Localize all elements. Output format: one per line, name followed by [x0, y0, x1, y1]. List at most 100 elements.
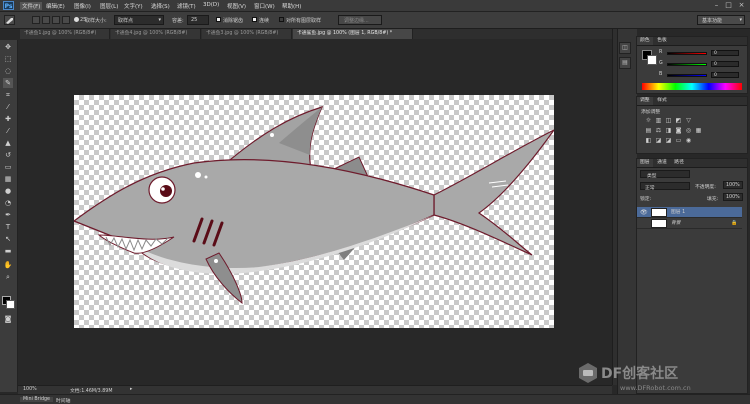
shape-tool-icon[interactable]: ▬	[3, 246, 13, 256]
tab-layers[interactable]: 图层	[637, 159, 653, 167]
highlight-dot	[195, 172, 201, 178]
tab-color[interactable]: 颜色	[637, 37, 653, 45]
channel-mixer-icon[interactable]: ◎	[685, 128, 692, 134]
menu-view[interactable]: 视图(V)	[227, 2, 246, 10]
tab-doc-active[interactable]: 卡通鲨鱼.jpg @ 100% (图层 1, RGB/8#) *	[293, 29, 413, 39]
subtract-selection-icon[interactable]	[52, 16, 60, 24]
exposure-icon[interactable]: ◩	[675, 118, 682, 124]
gradient-tool-icon[interactable]: ▦	[3, 174, 13, 184]
watermark-brand: DF创客社区	[601, 366, 679, 382]
properties-panel-icon[interactable]: ▤	[619, 57, 631, 69]
quick-select-tool-icon[interactable]: ✎	[3, 78, 13, 88]
tolerance-input[interactable]: 25	[187, 15, 209, 25]
hand-tool-icon[interactable]: ✋	[3, 260, 13, 270]
menu-type[interactable]: 文字(Y)	[124, 2, 143, 10]
eyedropper-tool-icon[interactable]: ⁄	[3, 102, 13, 112]
pen-tool-icon[interactable]: ✒	[3, 210, 13, 220]
document-canvas[interactable]	[72, 95, 555, 328]
healing-tool-icon[interactable]: ✚	[3, 114, 13, 124]
menu-edit[interactable]: 编辑(E)	[46, 2, 65, 10]
menu-help[interactable]: 帮助(H)	[282, 2, 301, 10]
menu-window[interactable]: 窗口(W)	[254, 2, 275, 10]
new-selection-icon[interactable]	[32, 16, 40, 24]
gradient-map-icon[interactable]: ▭	[675, 138, 682, 144]
color-lookup-icon[interactable]: ▦	[695, 128, 702, 134]
lasso-tool-icon[interactable]: ◌	[3, 66, 13, 76]
move-tool-icon[interactable]: ✥	[3, 42, 13, 52]
visibility-eye-icon[interactable]: 👁	[640, 207, 648, 218]
menu-layer[interactable]: 图层(L)	[100, 2, 118, 10]
menu-select[interactable]: 选择(S)	[151, 2, 170, 10]
menu-3d[interactable]: 3D(D)	[203, 2, 219, 8]
tab-adjustments[interactable]: 调整	[637, 97, 653, 105]
layer-kind-filter[interactable]: 类型	[640, 170, 690, 179]
blue-value[interactable]: 0	[711, 72, 739, 78]
dodge-tool-icon[interactable]: ◔	[3, 198, 13, 208]
tab-paths[interactable]: 路径	[671, 159, 687, 167]
maximize-icon[interactable]: □	[724, 1, 733, 9]
zoom-level[interactable]: 100%	[23, 387, 37, 392]
brush-tool-icon[interactable]: ⁄	[3, 126, 13, 136]
levels-icon[interactable]: ▥	[655, 118, 662, 124]
sample-size-select[interactable]: 取样点 ▾	[114, 15, 164, 25]
intersect-selection-icon[interactable]	[62, 16, 70, 24]
green-value[interactable]: 0	[711, 61, 739, 67]
background-color-swatch[interactable]	[647, 55, 657, 65]
refine-edge-button[interactable]: 调整边缘...	[338, 15, 382, 25]
minimize-icon[interactable]: –	[712, 1, 721, 9]
black-white-icon[interactable]: ◨	[665, 128, 672, 134]
brightness-icon[interactable]: ☼	[645, 118, 652, 124]
status-bar: 100% 文档:1.46M/3.89M ▸	[18, 385, 612, 394]
blur-tool-icon[interactable]: ●	[3, 186, 13, 196]
selective-color-icon[interactable]: ◉	[685, 138, 692, 144]
photo-filter-icon[interactable]: ◙	[675, 128, 682, 134]
tab-styles[interactable]: 样式	[654, 97, 670, 105]
type-tool-icon[interactable]: T	[3, 222, 13, 232]
all-layers-checkbox[interactable]	[279, 17, 284, 22]
red-value[interactable]: 0	[711, 50, 739, 56]
antialias-checkbox[interactable]	[216, 17, 221, 22]
tab-doc-1[interactable]: 卡通鱼1.jpg @ 100% (RGB/8#)	[20, 29, 110, 39]
workspace-select[interactable]: 基本功能 ▾	[697, 15, 745, 25]
tab-channels[interactable]: 通道	[654, 159, 670, 167]
zoom-tool-icon[interactable]: ⌕	[3, 272, 13, 282]
color-spectrum[interactable]	[642, 83, 742, 90]
menu-filter[interactable]: 滤镜(T)	[177, 2, 196, 10]
contiguous-checkbox[interactable]	[252, 17, 257, 22]
curves-icon[interactable]: ◫	[665, 118, 672, 124]
layer-row-1[interactable]: 👁 图层 1	[637, 207, 742, 218]
tab-doc-3[interactable]: 卡通鱼3.jpg @ 100% (RGB/8#)	[202, 29, 292, 39]
menu-file[interactable]: 文件(F)	[20, 2, 43, 10]
add-selection-icon[interactable]	[42, 16, 50, 24]
path-select-tool-icon[interactable]: ↖	[3, 234, 13, 244]
tab-mini-bridge[interactable]: Mini Bridge	[20, 397, 54, 402]
tab-swatches[interactable]: 色板	[654, 37, 670, 45]
red-slider[interactable]	[667, 52, 707, 55]
blue-slider[interactable]	[667, 74, 707, 77]
fill-input[interactable]: 100%	[723, 193, 743, 201]
eraser-tool-icon[interactable]: ▭	[3, 162, 13, 172]
posterize-icon[interactable]: ◪	[655, 138, 662, 144]
quick-select-tool-preset[interactable]	[4, 15, 15, 25]
vibrance-icon[interactable]: ▽	[685, 118, 692, 124]
menu-image[interactable]: 图像(I)	[74, 2, 91, 10]
blend-mode-select[interactable]: 正常	[640, 182, 690, 191]
marquee-tool-icon[interactable]: ⬚	[3, 54, 13, 64]
color-balance-icon[interactable]: ⚖	[655, 128, 662, 134]
layer-row-2[interactable]: 背景 🔒	[637, 218, 742, 229]
crop-tool-icon[interactable]: ⌗	[3, 90, 13, 100]
history-brush-icon[interactable]: ↺	[3, 150, 13, 160]
history-panel-icon[interactable]: ◫	[619, 42, 631, 54]
invert-icon[interactable]: ◧	[645, 138, 652, 144]
threshold-icon[interactable]: ◪	[665, 138, 672, 144]
opacity-input[interactable]: 100%	[723, 181, 743, 189]
background-color-swatch[interactable]	[6, 300, 15, 309]
quick-mask-icon[interactable]: ◙	[3, 314, 13, 324]
close-icon[interactable]: ×	[737, 1, 746, 9]
stamp-tool-icon[interactable]: ▲	[3, 138, 13, 148]
tab-doc-2[interactable]: 卡通鱼4.jpg @ 100% (RGB/8#)	[111, 29, 201, 39]
layer-name: 图层 1	[671, 210, 686, 215]
green-slider[interactable]	[667, 63, 707, 66]
hue-saturation-icon[interactable]: ▤	[645, 128, 652, 134]
status-arrow-icon[interactable]: ▸	[130, 387, 132, 392]
